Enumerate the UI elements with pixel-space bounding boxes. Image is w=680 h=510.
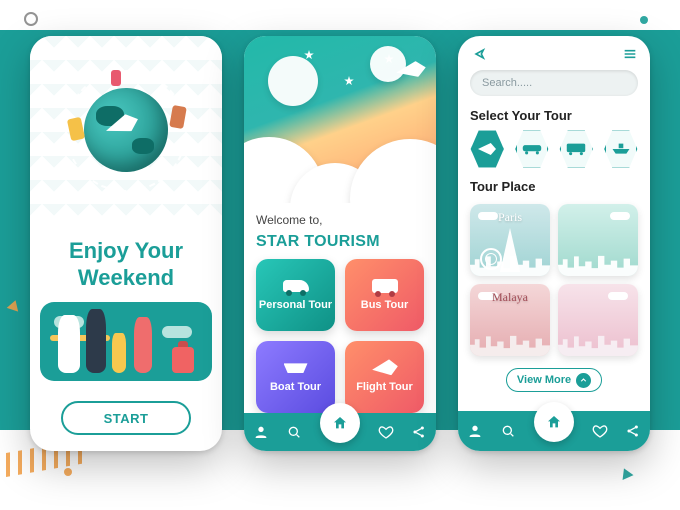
boat-tour-card[interactable]: Boat Tour [256, 341, 335, 413]
filter-plane[interactable] [470, 129, 505, 169]
card-label: Flight Tour [356, 381, 413, 394]
view-more-button[interactable]: View More [506, 368, 602, 392]
place-label: Paris [470, 210, 550, 225]
select-tour-heading: Select Your Tour [458, 104, 650, 129]
transport-filter [458, 129, 650, 175]
car-icon [283, 280, 309, 292]
back-button[interactable] [470, 46, 486, 62]
bus-icon [372, 279, 398, 293]
nav-user[interactable] [253, 424, 269, 440]
hero-banner [244, 36, 436, 203]
family-illustration [40, 302, 212, 381]
home-screen: Welcome to, STAR TOURISM Personal Tour B… [244, 36, 436, 451]
chevron-down-icon [576, 373, 591, 388]
search-input[interactable]: Search..... [470, 70, 638, 96]
personal-tour-card[interactable]: Personal Tour [256, 259, 335, 331]
place-label: Malaya [470, 290, 550, 305]
bus-tour-card[interactable]: Bus Tour [345, 259, 424, 331]
view-more-label: View More [517, 374, 571, 386]
bottom-nav [244, 413, 436, 451]
title-line-1: Enjoy Your [69, 238, 183, 263]
nav-search[interactable] [500, 423, 516, 439]
onboarding-title: Enjoy Your Weekend [30, 227, 222, 298]
title-line-2: Weekend [78, 265, 174, 290]
welcome-text: Welcome to, [244, 203, 436, 233]
bottom-nav [458, 411, 650, 451]
plane-icon [371, 359, 399, 378]
card-label: Boat Tour [270, 381, 321, 394]
start-button[interactable]: START [61, 401, 191, 435]
nav-favorites[interactable] [378, 424, 394, 440]
nav-home[interactable] [534, 402, 574, 442]
boat-icon [284, 363, 308, 373]
nav-search[interactable] [286, 424, 302, 440]
card-label: Bus Tour [361, 299, 408, 312]
place-card[interactable]: Paris [470, 204, 550, 276]
menu-button[interactable] [622, 46, 638, 62]
card-label: Personal Tour [259, 299, 332, 312]
onboarding-screen: Enjoy Your Weekend START [30, 36, 222, 451]
nav-share[interactable] [411, 424, 427, 440]
place-card[interactable]: Malaya [470, 284, 550, 356]
filter-bus[interactable] [559, 129, 594, 169]
hero-globe [30, 36, 222, 227]
flight-tour-card[interactable]: Flight Tour [345, 341, 424, 413]
brand-title: STAR TOURISM [244, 233, 436, 259]
filter-ship[interactable] [604, 129, 639, 169]
tour-place-heading: Tour Place [458, 175, 650, 200]
browse-screen: Search..... Select Your Tour Tour Place … [458, 36, 650, 451]
nav-share[interactable] [625, 423, 641, 439]
nav-home[interactable] [320, 403, 360, 443]
nav-favorites[interactable] [592, 423, 608, 439]
place-card[interactable] [558, 284, 638, 356]
nav-user[interactable] [467, 423, 483, 439]
place-card[interactable] [558, 204, 638, 276]
filter-car[interactable] [515, 129, 550, 169]
